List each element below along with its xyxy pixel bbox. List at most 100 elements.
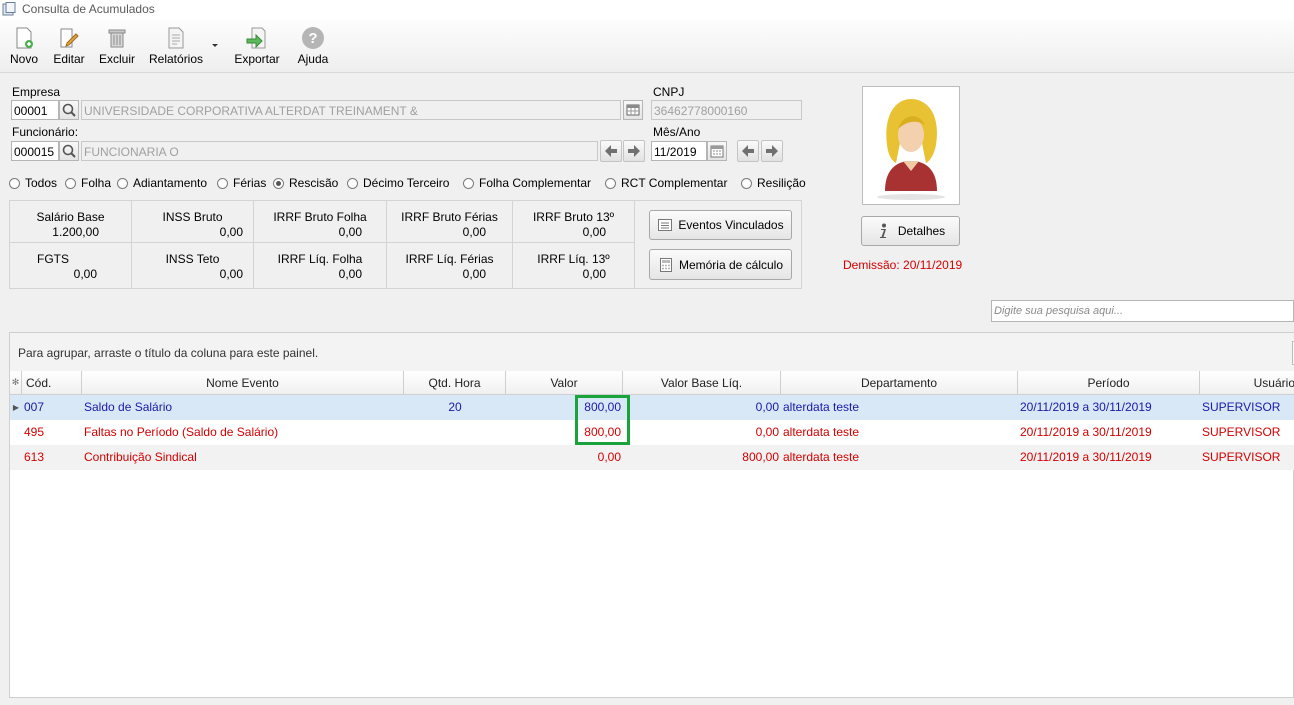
total-irrf-bruto-ferias: IRRF Bruto Férias 0,00 [387, 201, 513, 243]
cell-nome: Faltas no Período (Saldo de Salário) [84, 425, 279, 439]
cell-qtd [404, 445, 506, 470]
window-title: Consulta de Acumulados [22, 2, 155, 16]
radio-circle [463, 177, 474, 189]
radio-label: Folha Complementar [479, 176, 592, 190]
radio-label: Todos [25, 176, 58, 190]
radio-resilicao[interactable]: Resilição [741, 176, 806, 190]
exportar-button[interactable]: Exportar [234, 26, 280, 66]
ajuda-button[interactable]: ? Ajuda [296, 26, 330, 66]
total-label: IRRF Líq. Férias [405, 252, 494, 266]
highlight-box [575, 395, 630, 445]
total-value: 0,00 [582, 225, 606, 239]
calendar-button[interactable] [707, 141, 727, 161]
calculator-icon [659, 257, 672, 272]
eventos-vinculados-button[interactable]: Eventos Vinculados [649, 210, 792, 240]
employee-photo [862, 86, 960, 205]
editar-label: Editar [53, 52, 85, 66]
radio-label: Folha [81, 176, 112, 190]
radio-folha-complementar[interactable]: Folha Complementar [463, 176, 591, 190]
radio-adiantamento[interactable]: Adiantamento [117, 176, 207, 190]
cell-valor: 0,00 [597, 450, 621, 464]
novo-label: Novo [9, 52, 38, 66]
total-value: 0,00 [73, 267, 97, 281]
empresa-label: Empresa [12, 85, 61, 99]
radio-rescisao[interactable]: Rescisão [273, 176, 338, 190]
funcionario-code-input[interactable]: 000015 [11, 141, 59, 161]
empresa-search-button[interactable] [59, 100, 79, 120]
header-nome-evento[interactable]: Nome Evento [82, 371, 404, 395]
radio-circle [605, 177, 616, 189]
editar-button[interactable]: Editar [52, 26, 86, 66]
total-irrf-liq-folha: IRRF Líq. Folha 0,00 [254, 243, 387, 289]
radio-folha[interactable]: Folha [65, 176, 111, 190]
mesano-prev-button[interactable] [737, 140, 759, 162]
excluir-button[interactable]: Excluir [98, 26, 136, 66]
edit-pencil-icon [60, 28, 79, 48]
dropdown-arrow-icon[interactable] [211, 43, 219, 49]
table-row[interactable]: 613 Contribuição Sindical 0,00 800,00 al… [10, 445, 1294, 470]
cell-nome: Saldo de Salário [84, 400, 173, 414]
header-qtd-hora[interactable]: Qtd. Hora [404, 371, 506, 395]
mesano-label: Mês/Ano [653, 125, 701, 139]
mesano-next-button[interactable] [761, 140, 783, 162]
header-periodo[interactable]: Período [1018, 371, 1200, 395]
group-panel: Para agrupar, arraste o título da coluna… [10, 333, 1294, 372]
table-row[interactable]: 495 Faltas no Período (Saldo de Salário)… [10, 420, 1294, 445]
memoria-calculo-button[interactable]: Memória de cálculo [649, 249, 792, 280]
svg-text:?: ? [308, 30, 317, 47]
arrow-left-icon [605, 145, 617, 157]
search-input[interactable]: Digite sua pesquisa aqui... [991, 300, 1294, 322]
total-irrf-bruto-13: IRRF Bruto 13º 0,00 [513, 201, 635, 243]
row-indicator-icon: ▶ [12, 403, 20, 412]
calendar-icon [710, 145, 724, 158]
radio-rct-complementar[interactable]: RCT Complementar [605, 176, 727, 190]
header-indicator: ✻ [10, 371, 22, 395]
total-value: 1.200,00 [52, 225, 99, 239]
detalhes-button[interactable]: Detalhes [861, 216, 960, 246]
novo-button[interactable]: Novo [8, 26, 40, 66]
header-usuario[interactable]: Usuário [1200, 371, 1294, 395]
header-valor[interactable]: Valor [506, 371, 623, 395]
cell-departamento: alterdata teste [783, 400, 860, 414]
table-row[interactable]: ▶ 007 Saldo de Salário 20 800,00 0,00 al… [10, 395, 1294, 420]
radio-circle-selected [273, 177, 284, 189]
arrow-left-icon [742, 145, 754, 157]
relatorios-button[interactable]: Relatórios [149, 26, 203, 66]
radio-label: Décimo Terceiro [363, 176, 450, 190]
exportar-label: Exportar [234, 52, 280, 66]
radio-decimo-terceiro[interactable]: Décimo Terceiro [347, 176, 449, 190]
total-label: INSS Bruto [162, 210, 223, 224]
funcionario-search-button[interactable] [59, 141, 79, 161]
total-label: IRRF Bruto 13º [532, 210, 615, 224]
total-value: 0,00 [338, 267, 362, 281]
total-inss-bruto: INSS Bruto 0,00 [132, 201, 254, 243]
empresa-table-button[interactable] [623, 100, 643, 120]
cnpj-label: CNPJ [653, 85, 685, 99]
detalhes-label: Detalhes [897, 224, 946, 238]
total-value: 0,00 [219, 225, 243, 239]
header-cod[interactable]: Cód. [22, 371, 82, 395]
funcionario-prev-button[interactable] [600, 140, 622, 162]
mesano-input[interactable]: 11/2019 [651, 141, 707, 161]
demissao-label: Demissão: 20/11/2019 [843, 258, 963, 272]
trash-icon [108, 29, 126, 48]
funcionario-next-button[interactable] [623, 140, 645, 162]
total-label: FGTS [37, 252, 69, 266]
cell-cod: 007 [24, 400, 45, 414]
total-value: 0,00 [338, 225, 362, 239]
radio-todos[interactable]: Todos [9, 176, 57, 190]
empresa-code-input[interactable]: 00001 [11, 100, 59, 120]
cell-periodo: 20/11/2019 a 30/11/2019 [1020, 425, 1152, 439]
cell-qtd [404, 420, 506, 445]
header-departamento[interactable]: Departamento [781, 371, 1018, 395]
total-label: INSS Teto [165, 252, 220, 266]
search-icon [62, 144, 76, 158]
cell-periodo: 20/11/2019 a 30/11/2019 [1020, 450, 1152, 464]
table-icon [626, 104, 640, 116]
cell-departamento: alterdata teste [783, 450, 860, 464]
radio-ferias[interactable]: Férias [217, 176, 266, 190]
radio-label: Rescisão [289, 176, 339, 190]
total-irrf-bruto-folha: IRRF Bruto Folha 0,00 [254, 201, 387, 243]
header-valor-base[interactable]: Valor Base Líq. [623, 371, 781, 395]
total-label: IRRF Líq. Folha [277, 252, 363, 266]
